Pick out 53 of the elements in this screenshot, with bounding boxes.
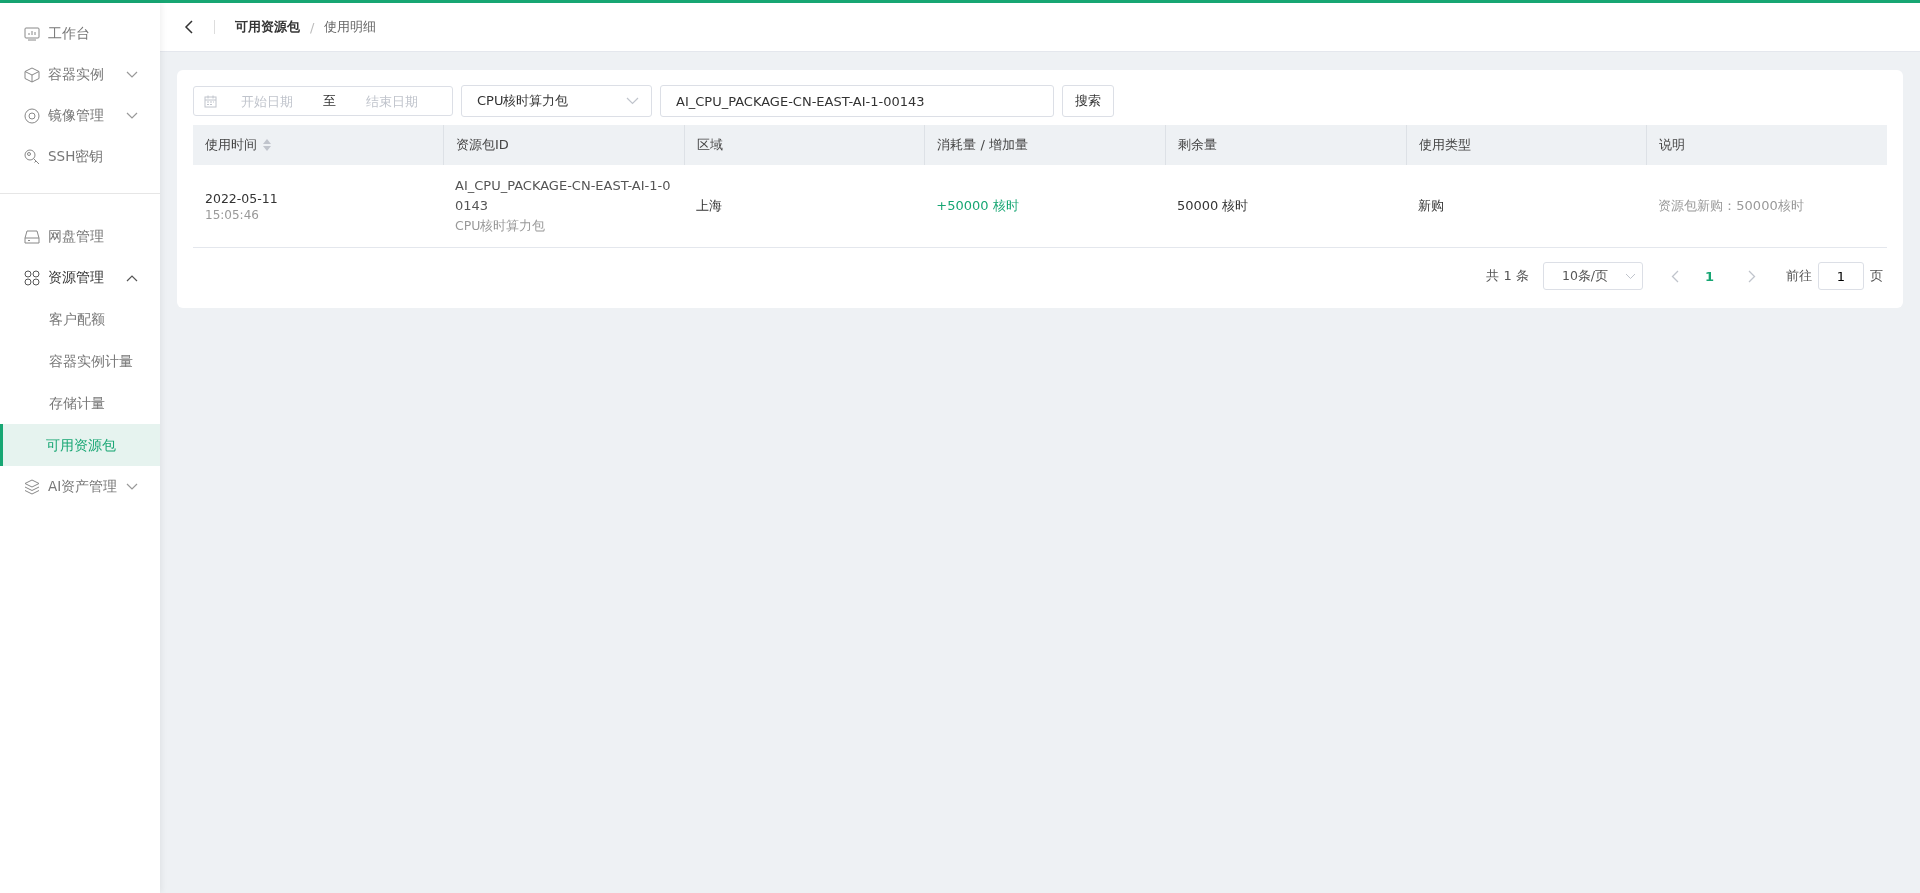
breadcrumb-separator: / <box>310 19 315 35</box>
column-header: 使用类型 <box>1405 125 1647 165</box>
date-range-field[interactable]: 开始日期 至 结束日期 <box>193 86 453 116</box>
column-header: 区域 <box>683 125 925 165</box>
monitor-icon <box>24 25 40 42</box>
goto-page-field[interactable]: 1 <box>1818 262 1864 290</box>
sidebar-subitem[interactable]: 存储计量 <box>0 382 160 424</box>
column-header: 说明 <box>1646 125 1887 165</box>
page-size-select[interactable]: 10条/页 <box>1542 262 1643 290</box>
breadcrumb-link[interactable]: 可用资源包 <box>235 18 300 36</box>
page-suffix: 页 <box>1870 267 1883 285</box>
goto-label: 前往 <box>1786 267 1812 285</box>
chevron-left-icon <box>184 20 196 34</box>
table-cell-text: 2022-05-11 <box>205 190 279 206</box>
sidebar-item[interactable]: 容器实例 <box>0 54 160 95</box>
package-id-field[interactable]: AI_CPU_PACKAGE-CN-EAST-AI-1-00143 <box>660 85 1054 117</box>
table-cell-text: 50000 核时 <box>1177 197 1250 215</box>
table-cell-text: 资源包新购：50000核时 <box>1658 197 1805 215</box>
column-header[interactable]: 使用时间 <box>193 125 443 165</box>
table-cell-text: AI_CPU_PACKAGE-CN-EAST-AI-1-00143 <box>455 177 672 215</box>
search-button[interactable]: 搜索 <box>1062 85 1114 117</box>
breadcrumb-current: 使用明细 <box>324 18 377 36</box>
disc-icon <box>24 107 40 124</box>
column-header: 剩余量 <box>1165 125 1406 165</box>
drive-icon <box>24 228 40 245</box>
column-header: 资源包ID <box>443 125 684 165</box>
page-number[interactable]: 1 <box>1698 267 1720 285</box>
chevron-down-icon <box>626 97 639 105</box>
sidebar-item[interactable]: AI资产管理 <box>0 466 160 507</box>
circles-grid-icon <box>24 269 40 286</box>
table-cell-text: 新购 <box>1417 197 1445 215</box>
sidebar-subitem[interactable]: 容器实例计量 <box>0 340 160 382</box>
table-cell-text: 上海 <box>695 197 723 215</box>
table-cell-text: CPU核时算力包 <box>455 217 547 235</box>
key-icon <box>24 148 40 165</box>
chevron-down-icon <box>1624 272 1636 280</box>
date-separator: 至 <box>322 92 337 110</box>
sort-icon[interactable] <box>263 139 271 151</box>
package-type-select[interactable]: CPU核时算力包 <box>461 85 652 117</box>
calendar-icon <box>204 94 217 108</box>
layers-icon <box>24 478 40 495</box>
sidebar-subitem[interactable]: 可用资源包 <box>0 424 160 466</box>
table-cell-text: +50000 核时 <box>936 197 1020 215</box>
sidebar-subitem[interactable]: 客户配额 <box>0 298 160 340</box>
cube-icon <box>24 66 40 83</box>
sidebar-item[interactable]: 工作台 <box>0 13 160 54</box>
sidebar-item[interactable]: 资源管理 <box>0 257 160 298</box>
sidebar-item[interactable]: SSH密钥 <box>0 136 160 177</box>
sidebar-item[interactable]: 网盘管理 <box>0 216 160 257</box>
column-header: 消耗量 / 增加量 <box>924 125 1165 165</box>
sidebar-item[interactable]: 镜像管理 <box>0 95 160 136</box>
total-count: 共 1 条 <box>1486 267 1529 285</box>
table-cell-text: 15:05:46 <box>205 207 260 222</box>
